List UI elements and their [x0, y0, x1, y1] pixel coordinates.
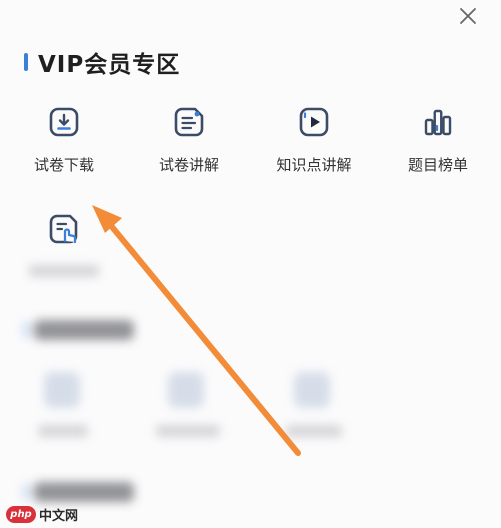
watermark-logo: php [6, 505, 36, 523]
watermark-site: 中文网 [39, 508, 79, 524]
watermark: php 中文网 [6, 504, 78, 524]
vip-panel: VIP会员专区 试卷下载 试卷讲解 知识点讲解 题目榜单 php 中文网 [0, 0, 501, 528]
annotation-arrow [92, 205, 301, 456]
